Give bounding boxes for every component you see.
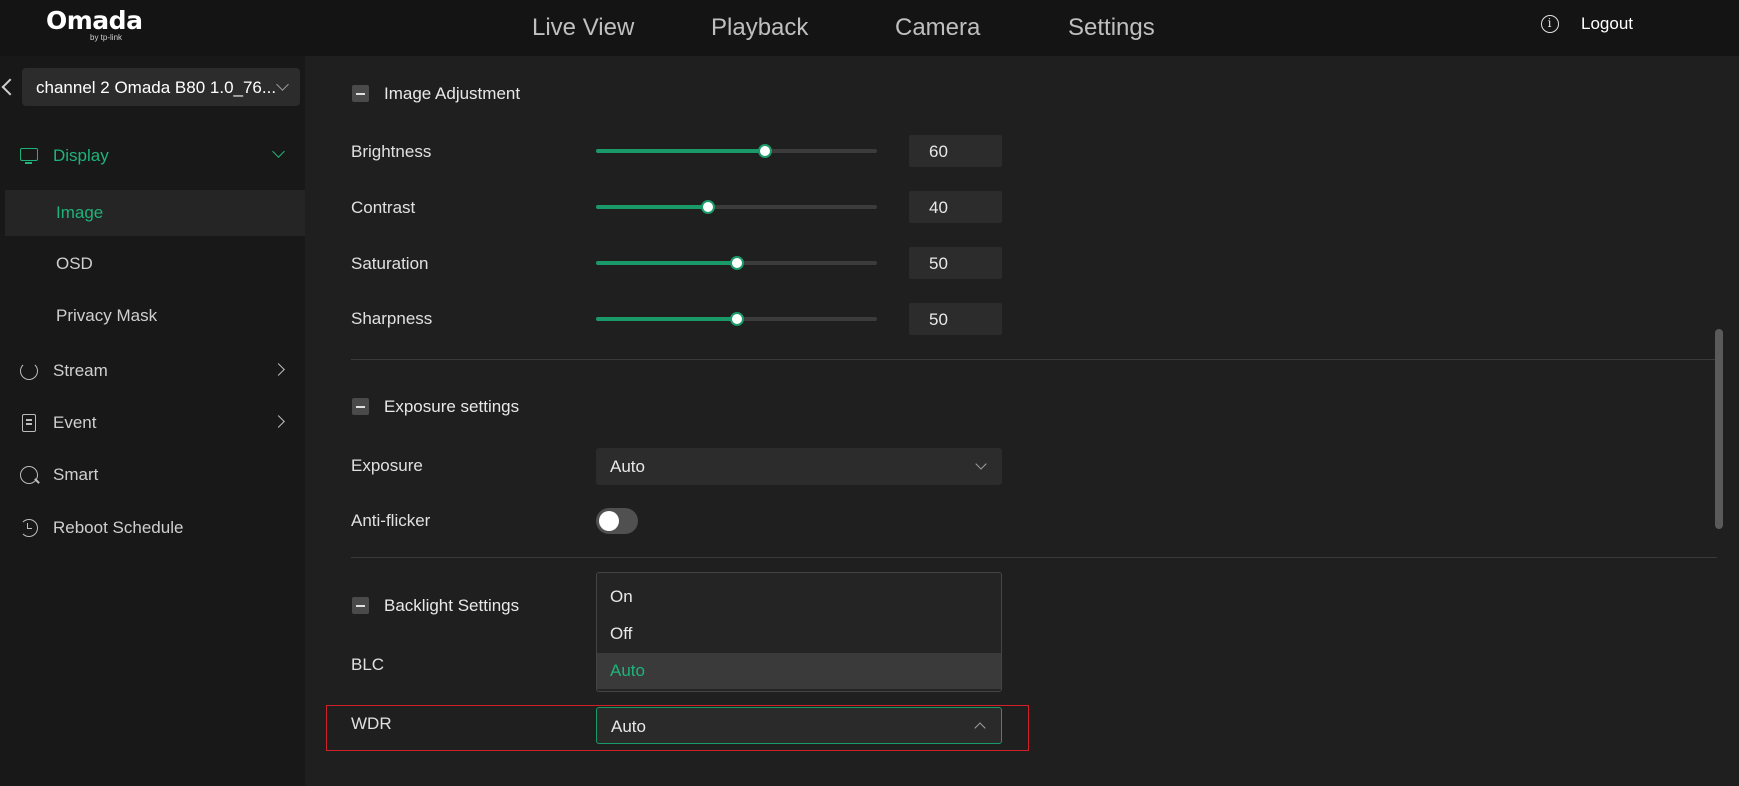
saturation-value: 50 xyxy=(929,254,948,273)
back-arrow-icon[interactable] xyxy=(0,72,14,102)
sidebar-item-stream[interactable]: Stream xyxy=(0,348,305,394)
channel-select-value: channel 2 Omada B80 1.0_76... xyxy=(36,78,277,97)
sidebar-item-smart[interactable]: Smart xyxy=(0,452,305,498)
section-title: Backlight Settings xyxy=(384,596,520,615)
sidebar-item-label: Display xyxy=(53,146,109,165)
sidebar-subitem-privacy-mask[interactable]: Privacy Mask xyxy=(5,293,305,339)
sidebar: channel 2 Omada B80 1.0_76... Display Im… xyxy=(0,56,305,786)
slider-fill xyxy=(596,261,737,265)
highlight-box xyxy=(326,705,1029,751)
collapse-icon[interactable] xyxy=(352,398,369,415)
logout-button[interactable]: Logout xyxy=(1581,14,1633,34)
section-title: Image Adjustment xyxy=(384,84,521,103)
scrollbar[interactable] xyxy=(1715,329,1723,529)
section-title: Exposure settings xyxy=(384,397,520,416)
saturation-slider[interactable] xyxy=(596,256,877,270)
section-divider xyxy=(351,359,1717,360)
slider-handle[interactable] xyxy=(729,312,744,326)
anti-flicker-label: Anti-flicker xyxy=(351,511,431,530)
dropdown-option-auto[interactable]: Auto xyxy=(597,653,1001,689)
wdr-dropdown-menu: On Off Auto xyxy=(596,572,1002,692)
chevron-right-icon xyxy=(272,363,285,376)
dropdown-option-on[interactable]: On xyxy=(597,579,1001,615)
toggle-knob xyxy=(599,511,619,531)
exposure-select[interactable]: Auto xyxy=(596,448,1002,485)
dropdown-option-off[interactable]: Off xyxy=(597,616,1001,652)
option-label: Auto xyxy=(610,661,645,680)
slider-fill xyxy=(596,205,709,209)
slider-fill xyxy=(596,317,737,321)
smart-analysis-icon xyxy=(20,466,38,484)
chevron-down-icon xyxy=(276,78,289,91)
anti-flicker-toggle[interactable] xyxy=(596,508,638,534)
exposure-select-value: Auto xyxy=(610,457,645,476)
slider-handle[interactable] xyxy=(757,144,772,158)
info-icon[interactable] xyxy=(1541,15,1559,33)
sidebar-item-label: Smart xyxy=(53,465,99,484)
sidebar-item-reboot-schedule[interactable]: Reboot Schedule xyxy=(0,505,305,551)
section-divider xyxy=(351,557,1717,558)
brightness-label: Brightness xyxy=(351,142,432,161)
sidebar-item-label: Stream xyxy=(53,361,108,380)
contrast-value: 40 xyxy=(929,198,948,217)
main-content: Image Adjustment Brightness 60 Contrast … xyxy=(305,56,1739,786)
nav-camera[interactable]: Camera xyxy=(895,14,980,42)
channel-select[interactable]: channel 2 Omada B80 1.0_76... xyxy=(22,68,300,106)
chevron-down-icon xyxy=(975,458,987,470)
contrast-label: Contrast xyxy=(351,198,416,217)
sidebar-subitem-image[interactable]: Image xyxy=(5,190,305,236)
reboot-icon xyxy=(20,519,38,537)
logo-subtext: by tp-link xyxy=(90,33,123,42)
top-bar: Omada by tp-link Live View Playback Came… xyxy=(0,0,1739,56)
slider-handle[interactable] xyxy=(701,200,716,214)
nav-playback[interactable]: Playback xyxy=(711,14,808,42)
collapse-icon[interactable] xyxy=(352,597,369,614)
sharpness-input[interactable]: 50 xyxy=(909,303,1002,335)
monitor-icon xyxy=(20,148,38,164)
sidebar-subitem-label: OSD xyxy=(56,254,93,273)
sidebar-item-label: Reboot Schedule xyxy=(53,518,184,537)
contrast-slider[interactable] xyxy=(596,200,877,214)
brightness-value: 60 xyxy=(929,142,948,161)
slider-handle[interactable] xyxy=(729,256,744,270)
option-label: On xyxy=(610,587,633,606)
sidebar-item-display[interactable]: Display xyxy=(0,133,305,179)
omada-logo[interactable]: Omada by tp-link xyxy=(46,6,143,43)
saturation-input[interactable]: 50 xyxy=(909,247,1002,279)
sharpness-value: 50 xyxy=(929,310,948,329)
sidebar-item-label: Event xyxy=(53,413,97,432)
chevron-down-icon xyxy=(272,145,285,158)
sharpness-label: Sharpness xyxy=(351,309,433,328)
logo-text: Omada xyxy=(46,6,143,35)
collapse-icon[interactable] xyxy=(352,85,369,102)
nav-settings[interactable]: Settings xyxy=(1068,14,1155,42)
nav-live-view[interactable]: Live View xyxy=(532,14,634,42)
exposure-label: Exposure xyxy=(351,456,423,475)
blc-label: BLC xyxy=(351,655,385,674)
slider-fill xyxy=(596,149,765,153)
sidebar-subitem-osd[interactable]: OSD xyxy=(5,241,305,287)
sharpness-slider[interactable] xyxy=(596,312,877,326)
brightness-input[interactable]: 60 xyxy=(909,135,1002,167)
sidebar-subitem-label: Image xyxy=(56,203,104,222)
sidebar-subitem-label: Privacy Mask xyxy=(56,306,158,325)
option-label: Off xyxy=(610,624,633,643)
contrast-input[interactable]: 40 xyxy=(909,191,1002,223)
chevron-right-icon xyxy=(272,415,285,428)
saturation-label: Saturation xyxy=(351,254,429,273)
document-icon xyxy=(22,414,36,432)
brightness-slider[interactable] xyxy=(596,144,877,158)
refresh-icon xyxy=(20,362,38,380)
sidebar-item-event[interactable]: Event xyxy=(0,400,305,446)
